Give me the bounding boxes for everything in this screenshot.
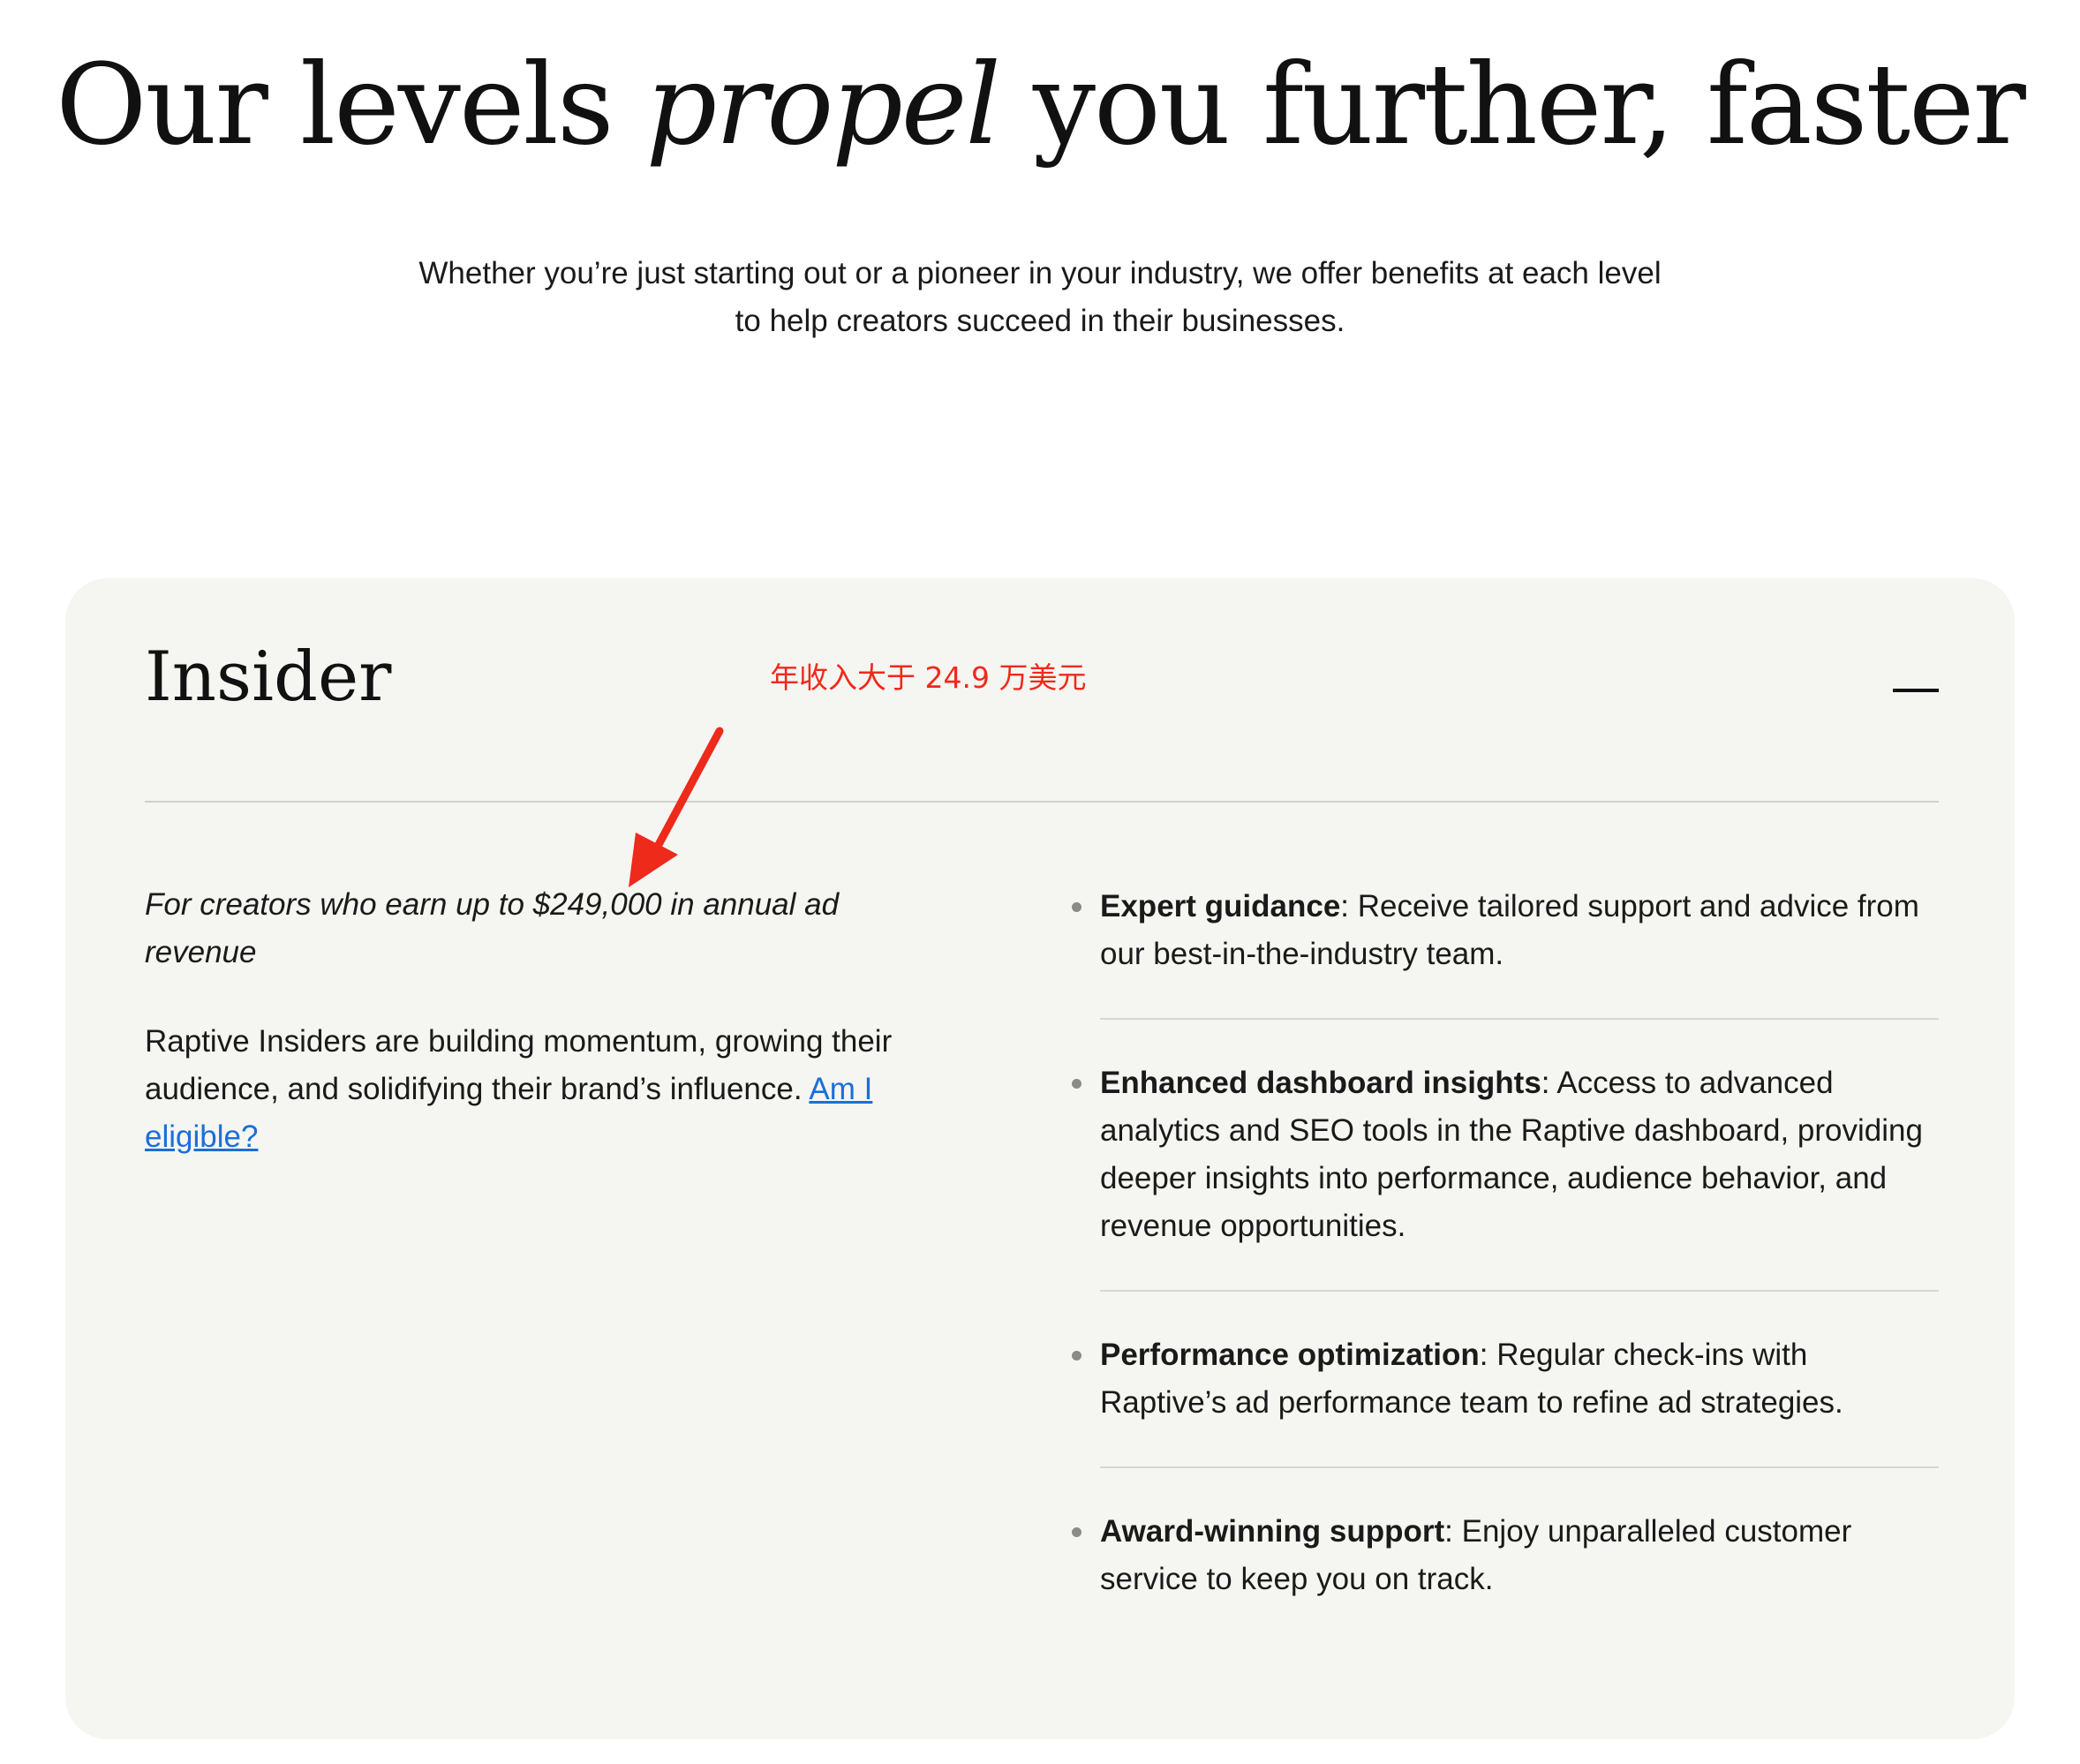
- tier-description: Raptive Insiders are building momentum, …: [145, 1018, 913, 1161]
- tier-description-text: Raptive Insiders are building momentum, …: [145, 1024, 893, 1106]
- page-subtitle-line-2: to help creators succeed in their busine…: [735, 304, 1345, 338]
- page-title: Our levels propel you further, faster: [0, 43, 2080, 167]
- benefit-item-expert-guidance: Expert guidance: Receive tailored suppor…: [1072, 883, 1939, 978]
- benefit-divider: [1100, 1290, 1939, 1292]
- benefit-item-performance-optimization: Performance optimization: Regular check-…: [1072, 1331, 1939, 1427]
- benefit-divider: [1100, 1466, 1939, 1468]
- tier-qualifier: For creators who earn up to $249,000 in …: [145, 887, 840, 969]
- benefit-item-award-winning-support: Award-winning support: Enjoy unparallele…: [1072, 1508, 1939, 1603]
- minus-icon[interactable]: [1893, 680, 1939, 701]
- benefit-title: Award-winning support: [1100, 1514, 1445, 1549]
- tier-title: Insider: [145, 637, 392, 717]
- benefit-item-dashboard-insights: Enhanced dashboard insights: Access to a…: [1072, 1059, 1939, 1250]
- page-subtitle: Whether you’re just starting out or a pi…: [0, 250, 2080, 345]
- tier-card-insider: Insider For creators who earn up to $249…: [65, 578, 2015, 1739]
- benefit-title: Performance optimization: [1100, 1338, 1480, 1372]
- benefit-divider: [1100, 1018, 1939, 1020]
- red-arrow-icon: [629, 727, 724, 887]
- benefit-list: Expert guidance: Receive tailored suppor…: [1072, 883, 1939, 1603]
- page-title-start: Our levels: [56, 40, 646, 170]
- benefit-title: Enhanced dashboard insights: [1100, 1066, 1541, 1100]
- page-subtitle-line-1: Whether you’re just starting out or a pi…: [418, 256, 1662, 290]
- page-title-emphasis: propel: [645, 40, 1001, 170]
- tier-divider: [145, 801, 1939, 803]
- annotation-text: 年收入大于 24.9 万美元: [770, 660, 1087, 695]
- benefit-title: Expert guidance: [1100, 889, 1341, 923]
- page-title-end: you further, faster: [999, 40, 2026, 170]
